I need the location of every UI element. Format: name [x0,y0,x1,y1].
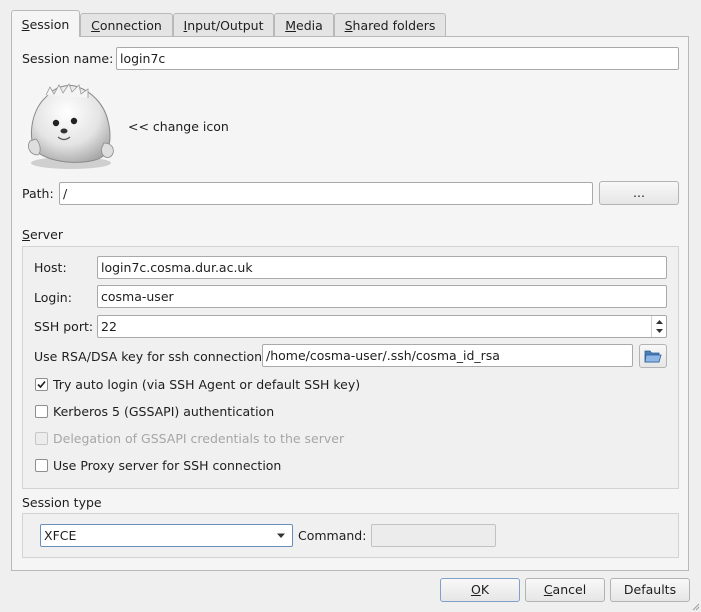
tab-session[interactable]: Session [11,10,80,37]
rsa-key-browse-button[interactable] [639,344,667,368]
session-icon-button[interactable] [24,81,118,171]
tab-shared-folders[interactable]: Shared folders [334,13,446,36]
folder-open-icon [644,350,662,363]
cancel-label: ancel [552,582,587,597]
spinner-arrows-icon [656,320,663,333]
rsa-key-label: Use RSA/DSA key for ssh connection: [34,349,267,364]
auto-login-checkbox[interactable] [35,378,48,391]
server-title-mnemonic: S [22,227,30,242]
tab-media[interactable]: Media [274,13,334,36]
session-type-title: Session type [22,495,102,510]
server-groupbox [22,246,679,489]
auto-login-label: Try auto login (via SSH Agent or default… [53,377,361,392]
tab-shared-folders-mnemonic: S [344,18,353,33]
ok-label: K [480,582,490,597]
seal-icon [28,83,114,169]
delegation-checkbox [35,432,48,445]
tab-session-label: ession [29,17,70,32]
defaults-button[interactable]: Defaults [610,578,690,602]
path-input[interactable]: / [59,182,593,205]
tab-connection[interactable]: Connection [80,13,173,36]
tab-connection-label: onnection [99,18,162,33]
proxy-label: Use Proxy server for SSH connection [53,458,282,473]
server-title-label: erver [29,227,63,242]
tab-input-output[interactable]: Input/Output [173,13,274,36]
command-label: Command: [298,528,367,543]
tab-connection-mnemonic: C [91,18,100,33]
tab-session-mnemonic: S [21,17,30,32]
login-label: Login: [34,290,72,305]
login-input[interactable]: cosma-user [97,285,667,308]
ok-button[interactable]: OK [440,578,520,602]
browse-path-button[interactable]: ... [599,181,679,205]
delegation-label: Delegation of GSSAPI credentials to the … [53,431,345,446]
rsa-key-input[interactable]: /home/cosma-user/.ssh/cosma_id_rsa [262,344,633,367]
kerberos-label: Kerberos 5 (GSSAPI) authentication [53,404,275,419]
command-input [371,524,496,547]
kerberos-checkbox[interactable] [35,405,48,418]
session-type-select[interactable]: XFCE [40,524,293,547]
proxy-checkbox[interactable] [35,459,48,472]
host-label: Host: [34,260,67,275]
path-label: Path: [22,186,54,201]
session-name-input[interactable]: login7c [116,47,679,70]
chevron-down-icon [277,533,285,538]
resize-grip-icon[interactable] [690,601,700,611]
checkmark-icon [37,380,46,389]
ssh-port-label: SSH port: [34,319,94,334]
tab-media-mnemonic: M [285,18,297,33]
tab-media-label: edia [296,18,323,33]
tab-shared-folders-label: hared folders [352,18,436,33]
session-tab-panel: Session name: login7c << change icon Pat… [11,36,689,571]
ssh-port-input[interactable]: 22 [97,315,667,338]
host-input[interactable]: login7c.cosma.dur.ac.uk [97,256,667,279]
ssh-port-spinner[interactable] [651,316,667,337]
session-name-label: Session name: [22,51,114,66]
session-type-value: XFCE [44,528,77,543]
server-group-title: Server [22,227,63,242]
tab-input-output-label: nput/Output [187,18,264,33]
ok-mnemonic: O [470,582,481,597]
change-icon-label: << change icon [128,119,229,134]
cancel-mnemonic: C [543,582,553,597]
cancel-button[interactable]: Cancel [525,578,605,602]
